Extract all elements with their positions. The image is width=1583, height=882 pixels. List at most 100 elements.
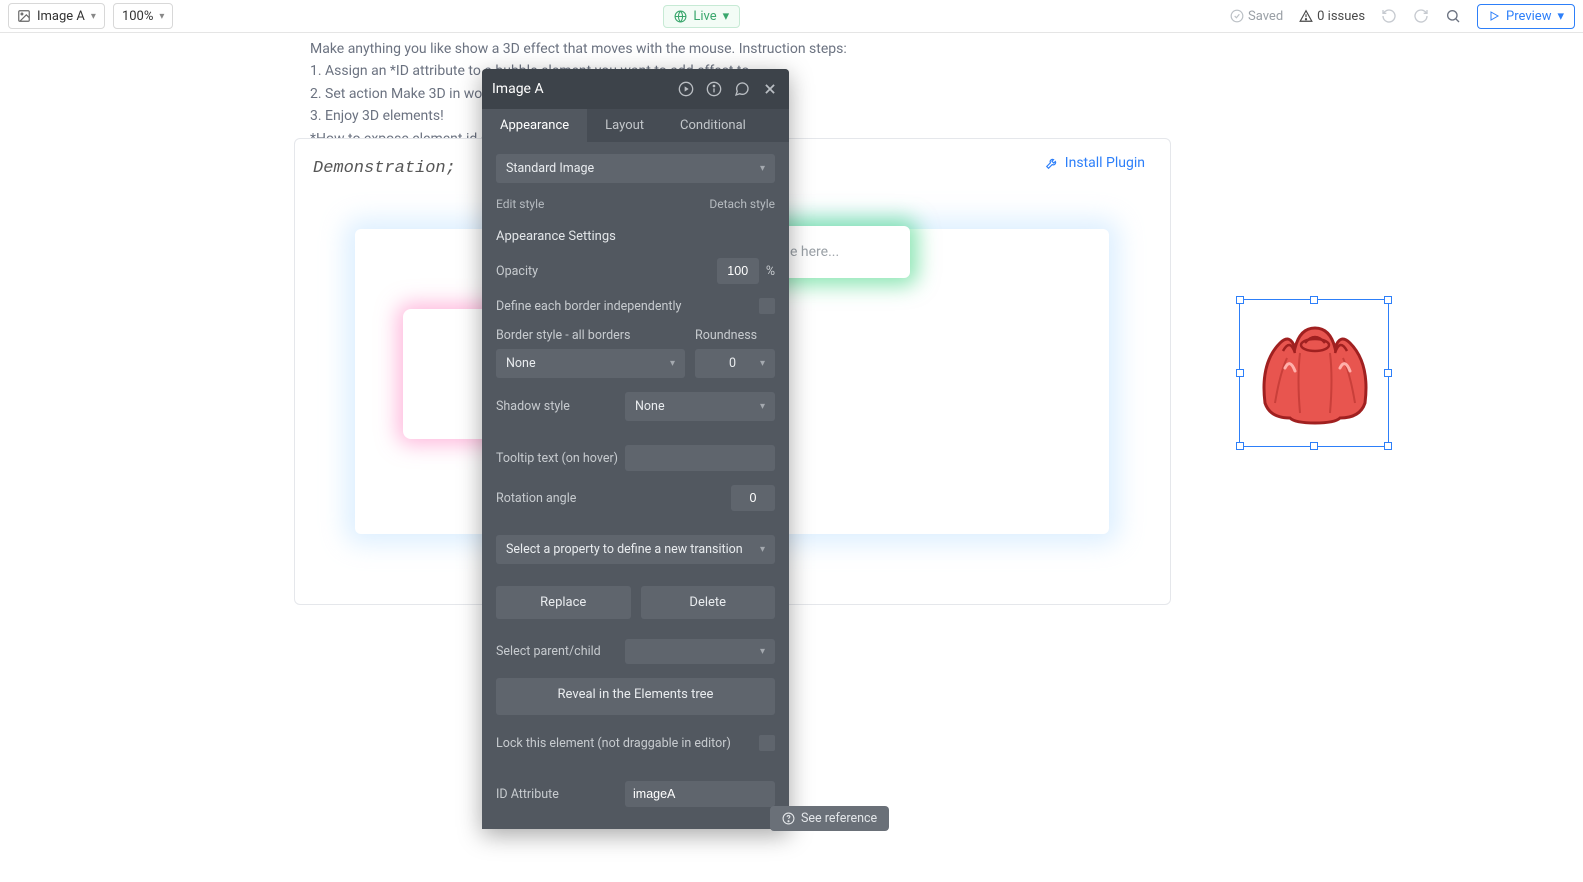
tab-layout[interactable]: Layout (587, 109, 662, 142)
rotation-label: Rotation angle (496, 491, 576, 506)
chevron-down-icon: ▾ (723, 9, 730, 24)
define-borders-label: Define each border independently (496, 299, 681, 314)
panel-tabs: Appearance Layout Conditional (482, 109, 789, 142)
comment-icon[interactable] (733, 80, 751, 98)
globe-icon (674, 10, 687, 23)
caret-down-icon: ▾ (760, 544, 765, 555)
roundness-value: 0 (729, 356, 736, 371)
install-plugin-label: Install Plugin (1065, 155, 1145, 171)
tab-conditional[interactable]: Conditional (662, 109, 764, 142)
rotation-input[interactable] (731, 485, 775, 511)
property-panel[interactable]: Image A Appearance Layout Conditional St… (482, 69, 789, 829)
selection-outline[interactable] (1239, 299, 1389, 447)
see-reference-label: See reference (801, 811, 877, 826)
see-reference-button[interactable]: See reference (770, 806, 889, 831)
play-icon (1488, 10, 1500, 22)
id-attribute-label: ID Attribute (496, 787, 559, 802)
search-button[interactable] (1445, 8, 1461, 24)
chevron-down-icon: ▾ (91, 11, 96, 22)
saved-label: Saved (1248, 9, 1283, 24)
border-style-value: None (506, 356, 536, 371)
lock-label: Lock this element (not draggable in edit… (496, 736, 731, 751)
panel-body: Standard Image ▾ Edit style Detach style… (482, 142, 789, 827)
roundness-dropdown[interactable]: 0 ▾ (695, 349, 775, 378)
element-picker-label: Image A (37, 9, 85, 24)
id-attribute-input[interactable] (625, 781, 775, 807)
select-parent-label: Select parent/child (496, 644, 601, 659)
detach-style-link[interactable]: Detach style (709, 197, 775, 211)
transition-label: Select a property to define a new transi… (506, 542, 743, 557)
wrench-icon (1045, 156, 1059, 170)
reveal-elements-button[interactable]: Reveal in the Elements tree (496, 678, 775, 715)
close-icon[interactable] (761, 80, 779, 98)
top-toolbar: Image A ▾ 100% ▾ Live ▾ Saved 0 issue (0, 0, 1583, 33)
preview-button[interactable]: Preview ▾ (1477, 4, 1575, 29)
demo-title: Demonstration; (313, 159, 456, 178)
transition-dropdown[interactable]: Select a property to define a new transi… (496, 535, 775, 564)
style-dropdown[interactable]: Standard Image ▾ (496, 154, 775, 183)
caret-down-icon: ▾ (670, 358, 675, 369)
shadow-dropdown[interactable]: None ▾ (625, 392, 775, 421)
caret-down-icon: ▾ (760, 401, 765, 412)
shadow-label: Shadow style (496, 399, 570, 414)
resize-handle-bl[interactable] (1236, 442, 1244, 450)
zoom-dropdown[interactable]: 100% ▾ (113, 3, 173, 29)
canvas[interactable]: Make anything you like show a 3D effect … (0, 33, 1583, 882)
chevron-down-icon: ▾ (159, 11, 164, 22)
define-borders-checkbox[interactable] (759, 298, 775, 314)
check-circle-icon (1230, 9, 1244, 23)
undo-button[interactable] (1381, 8, 1397, 24)
border-style-label: Border style - all borders (496, 328, 685, 343)
instruction-text: Make anything you like show a 3D effect … (310, 38, 1283, 150)
issues-button[interactable]: 0 issues (1299, 9, 1365, 24)
appearance-section-title: Appearance Settings (496, 229, 775, 244)
border-style-dropdown[interactable]: None ▾ (496, 349, 685, 378)
play-icon[interactable] (677, 80, 695, 98)
delete-button[interactable]: Delete (641, 586, 776, 619)
caret-down-icon: ▾ (760, 163, 765, 174)
panel-header[interactable]: Image A (482, 69, 789, 109)
zoom-label: 100% (122, 9, 153, 24)
resize-handle-bm[interactable] (1310, 442, 1318, 450)
roundness-label: Roundness (695, 328, 775, 343)
input-placeholder-fragment: e here... (790, 244, 839, 260)
tooltip-label: Tooltip text (on hover) (496, 451, 618, 466)
element-picker-dropdown[interactable]: Image A ▾ (8, 3, 105, 29)
tooltip-input[interactable] (625, 445, 775, 471)
chevron-down-icon: ▾ (1557, 9, 1564, 24)
caret-down-icon: ▾ (760, 358, 765, 369)
live-label: Live (693, 9, 716, 24)
caret-down-icon: ▾ (760, 646, 765, 657)
panel-title: Image A (492, 81, 544, 97)
issues-label: 0 issues (1317, 9, 1365, 24)
lock-checkbox[interactable] (759, 735, 775, 751)
resize-handle-ml[interactable] (1236, 369, 1244, 377)
alert-triangle-icon (1299, 9, 1313, 23)
redo-button[interactable] (1413, 8, 1429, 24)
tab-appearance[interactable]: Appearance (482, 109, 587, 142)
info-icon[interactable] (705, 80, 723, 98)
opacity-unit: % (766, 264, 775, 279)
instruction-line: 2. Set action Make 3D in work n propriet… (310, 83, 1283, 105)
resize-handle-tr[interactable] (1384, 296, 1392, 304)
instruction-line: 1. Assign an *ID attribute to a bubble e… (310, 60, 1283, 82)
question-circle-icon (782, 812, 795, 825)
edit-style-link[interactable]: Edit style (496, 197, 544, 211)
resize-handle-br[interactable] (1384, 442, 1392, 450)
replace-button[interactable]: Replace (496, 586, 631, 619)
instruction-line: Make anything you like show a 3D effect … (310, 38, 1283, 60)
select-parent-dropdown[interactable]: ▾ (625, 639, 775, 664)
resize-handle-tl[interactable] (1236, 296, 1244, 304)
opacity-input[interactable] (717, 258, 759, 284)
live-status-dropdown[interactable]: Live ▾ (663, 5, 740, 28)
resize-handle-tm[interactable] (1310, 296, 1318, 304)
image-icon (17, 9, 31, 23)
instruction-line: 3. Enjoy 3D elements! (310, 105, 1283, 127)
preview-label: Preview (1506, 9, 1551, 24)
opacity-label: Opacity (496, 264, 538, 279)
style-dropdown-label: Standard Image (506, 161, 594, 176)
shadow-value: None (635, 399, 665, 414)
resize-handle-mr[interactable] (1384, 369, 1392, 377)
saved-status: Saved (1230, 9, 1283, 24)
install-plugin-link[interactable]: Install Plugin (1045, 155, 1145, 171)
